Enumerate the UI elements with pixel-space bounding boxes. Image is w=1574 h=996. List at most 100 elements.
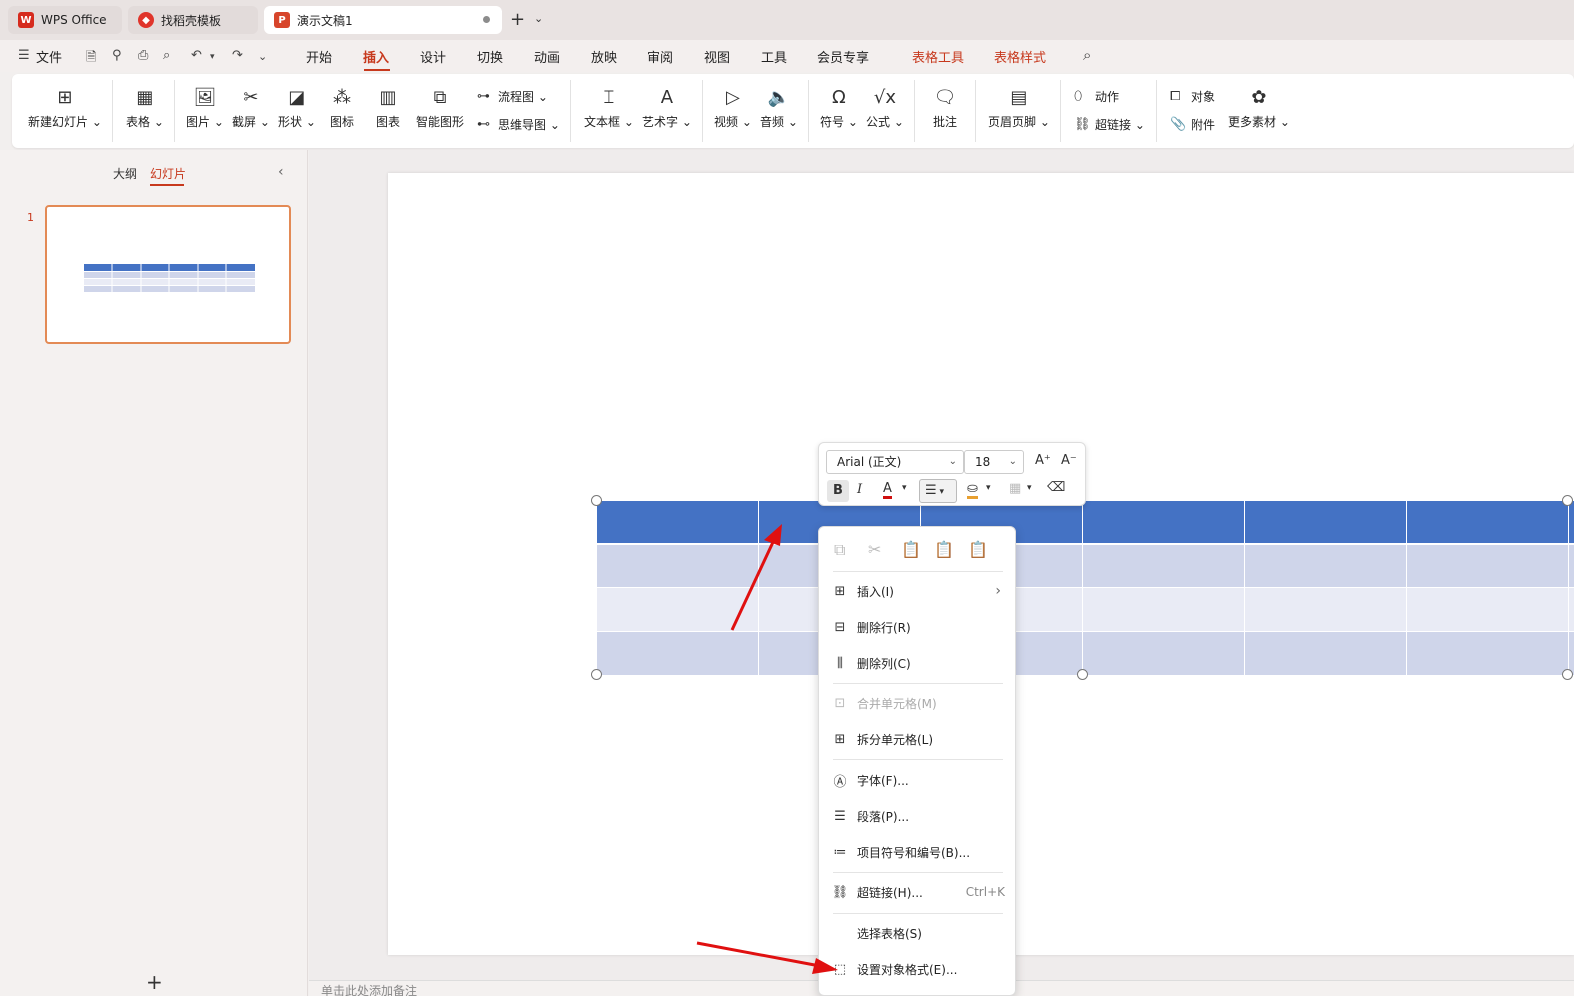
menu-item-bullets-numbering[interactable]: ≔ 项目符号和编号(B)... [831,839,1005,865]
decrease-font-icon[interactable]: A⁻ [1061,453,1077,468]
menu-item-hyperlink[interactable]: ⛓ 超链接(H)... Ctrl+K [831,879,1005,905]
wordart-button[interactable]: A 艺术字 ⌄ [642,84,692,130]
hyperlink-button[interactable]: ⛓ 超链接 ⌄ [1074,116,1145,133]
tab-wps-office[interactable]: W WPS Office [8,6,122,34]
icon-button[interactable]: ⁂ 图标 [329,84,355,130]
table-cell[interactable] [1569,545,1574,587]
table-cell[interactable] [1245,632,1407,675]
menu-item-format-object[interactable]: ⬚ 设置对象格式(E)... [831,956,1005,982]
undo-dropdown-icon[interactable]: ▾ [210,52,215,62]
menu-item-paragraph[interactable]: ☰ 段落(P)... [831,803,1005,829]
collapse-pane-icon[interactable]: ‹ [278,164,284,180]
menu-view[interactable]: 视图 [704,47,730,66]
print-icon[interactable]: ⎙ [138,48,148,63]
chevron-down-icon[interactable]: ⌄ [534,12,543,25]
table-row[interactable] [597,632,1574,675]
menu-item-select-table[interactable]: 选择表格(S) [831,920,1005,946]
menu-transition[interactable]: 切换 [477,47,503,66]
table-cell[interactable] [597,501,759,543]
table-cell[interactable] [597,632,759,675]
audio-button[interactable]: 🔈 音频 ⌄ [760,84,798,130]
eraser-icon[interactable]: ⌫ [1047,480,1065,495]
menu-item-split-cells[interactable]: ⊞ 拆分单元格(L) [831,726,1005,752]
menu-item-insert[interactable]: ⊞ 插入(I) › [831,578,1005,604]
menu-item-font[interactable]: Ⓐ 字体(F)... [831,767,1005,793]
slide-table[interactable] [597,501,1574,675]
attachment-button[interactable]: 📎 附件 [1170,116,1215,133]
paste-icon[interactable]: 📋 [901,540,921,559]
table-button[interactable]: ▦ 表格 ⌄ [126,84,164,130]
textbox-button[interactable]: ⌶ 文本框 ⌄ [584,84,634,130]
table-cell[interactable] [1569,588,1574,631]
search-icon[interactable]: ⌕ [1083,46,1091,64]
screenshot-button[interactable]: ✂ 截屏 ⌄ [232,84,270,130]
table-row[interactable] [597,501,1574,543]
resize-handle-bottom-left[interactable] [591,669,602,680]
action-button[interactable]: ⬯ 动作 [1074,88,1119,105]
header-footer-button[interactable]: ▤ 页眉页脚 ⌄ [988,84,1050,130]
menu-design[interactable]: 设计 [420,47,446,66]
resize-handle-top-right[interactable] [1562,495,1573,506]
new-slide-button[interactable]: ⊞ 新建幻灯片 ⌄ [28,84,102,130]
menu-table-style[interactable]: 表格样式 [994,47,1046,66]
video-button[interactable]: ▷ 视频 ⌄ [714,84,752,130]
bold-button[interactable]: B [827,480,849,502]
table-cell[interactable] [597,545,759,587]
copy-icon[interactable]: ⧉ [834,540,845,560]
increase-font-icon[interactable]: A⁺ [1035,453,1051,468]
fill-color-icon[interactable]: ⛀ [967,481,978,499]
table-cell[interactable] [1569,501,1574,543]
resize-handle-bottom-center[interactable] [1077,669,1088,680]
tab-outline[interactable]: 大纲 [113,165,137,182]
picture-button[interactable]: 🖼 图片 ⌄ [186,84,224,130]
hamburger-menu-icon[interactable]: ☰ [18,48,30,63]
menu-member[interactable]: 会员专享 [817,47,869,66]
menu-file[interactable]: 文件 [36,47,62,66]
table-row[interactable] [597,588,1574,631]
tab-slides[interactable]: 幻灯片 [150,165,186,182]
tab-docer-templates[interactable]: ◆ 找稻壳模板 [128,6,258,34]
menu-animation[interactable]: 动画 [534,47,560,66]
table-cell[interactable] [1083,588,1245,631]
menu-table-tools[interactable]: 表格工具 [912,47,964,66]
table-cell[interactable] [1245,501,1407,543]
more-quick-access-icon[interactable]: ⌄ [258,50,267,63]
unsaved-dot-icon[interactable] [483,16,490,23]
cut-icon[interactable]: ✂ [868,540,881,559]
menu-slideshow[interactable]: 放映 [591,47,617,66]
object-button[interactable]: ⧠ 对象 [1170,88,1215,105]
formula-button[interactable]: √x 公式 ⌄ [866,84,904,130]
align-button[interactable]: ☰ ▾ [919,479,957,503]
undo-icon[interactable]: ↶ [191,48,202,63]
table-cell[interactable] [1083,632,1245,675]
table-cell[interactable] [1407,632,1569,675]
menu-tools[interactable]: 工具 [761,47,787,66]
redo-icon[interactable]: ↷ [232,48,243,63]
resize-handle-top-left[interactable] [591,495,602,506]
resize-handle-bottom-right[interactable] [1562,669,1573,680]
font-color-dropdown-icon[interactable]: ▾ [902,483,907,493]
table-cell[interactable] [1245,588,1407,631]
shape-button[interactable]: ◪ 形状 ⌄ [278,84,316,130]
menu-item-delete-column[interactable]: ⫼ 删除列(C) [831,650,1005,676]
table-cell[interactable] [1407,588,1569,631]
add-slide-plus-icon[interactable]: + [146,970,163,994]
flowchart-button[interactable]: ⊶ 流程图 ⌄ [477,88,548,105]
fill-color-dropdown-icon[interactable]: ▾ [986,483,991,493]
font-name-select[interactable]: Arial (正文) ⌄ [826,450,964,474]
paste-special-icon[interactable]: 📋 [968,540,988,559]
table-cell[interactable] [1407,545,1569,587]
menu-insert[interactable]: 插入 [363,47,389,66]
paste-text-icon[interactable]: 📋 [934,540,954,559]
smartart-button[interactable]: ⧉ 智能图形 [416,84,464,130]
chart-button[interactable]: ▥ 图表 [375,84,401,130]
tab-presentation-1[interactable]: P 演示文稿1 [264,6,502,34]
border-dropdown-icon[interactable]: ▾ [1027,483,1032,493]
slide-thumbnail[interactable] [45,205,291,344]
font-color-button[interactable]: A [883,481,892,499]
menu-home[interactable]: 开始 [306,47,332,66]
table-row[interactable] [597,545,1574,587]
menu-review[interactable]: 审阅 [647,47,673,66]
font-size-select[interactable]: 18 ⌄ [964,450,1024,474]
table-cell[interactable] [1407,501,1569,543]
